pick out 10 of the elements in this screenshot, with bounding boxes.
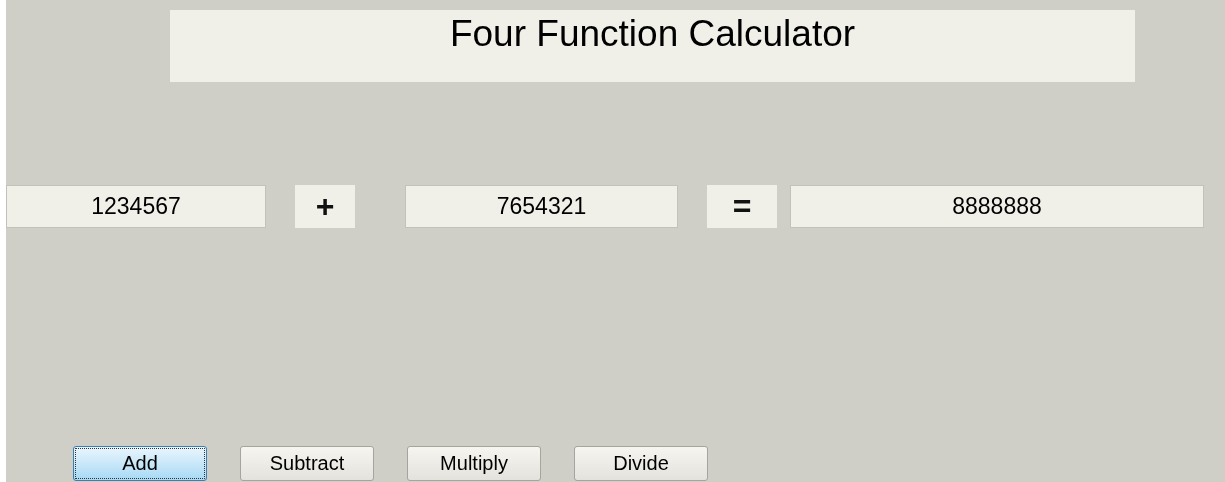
operation-button[interactable]: Divide	[574, 446, 708, 481]
equals-label: =	[707, 185, 777, 228]
result-field[interactable]: 8888888	[790, 185, 1204, 228]
second-number-field[interactable]: 7654321	[405, 185, 678, 228]
first-number-field[interactable]: 1234567	[6, 185, 266, 228]
operation-button[interactable]: Subtract	[240, 446, 374, 481]
operator-label: +	[295, 185, 355, 228]
calculator-title: Four Function Calculator	[170, 10, 1135, 82]
operation-button[interactable]: Add	[73, 446, 207, 481]
operation-button[interactable]: Multiply	[407, 446, 541, 481]
